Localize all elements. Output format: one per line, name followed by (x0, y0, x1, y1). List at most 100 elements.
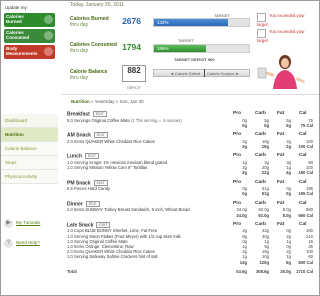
sidebar-item-steps[interactable]: Steps (1, 156, 58, 170)
meal-total: 0g 5g 5g 75 Cal (67, 123, 313, 128)
tutorials-link[interactable]: ▶ My Tutorials (4, 219, 40, 228)
meal-total: 3g 22g 4g 180 Cal (67, 170, 313, 175)
app-window: Update my: Calories Burned Calories Consume… (0, 0, 320, 296)
grand-total-carb: 308.6g (255, 268, 269, 274)
meal-late-snack: Late Snack EDIT (67, 221, 111, 228)
burned-value: 2676 (122, 16, 141, 26)
meal-name: Dinner (67, 200, 83, 207)
column-header-pro: Pro (233, 153, 241, 159)
total-pro: 2g (242, 144, 247, 149)
meal-total: 14g 120g 6g 600 Cal (67, 260, 313, 265)
edit-button[interactable]: EDIT (93, 132, 108, 139)
grand-total-cal: 1710 Cal (296, 268, 313, 274)
warning-check-icon (257, 13, 266, 22)
column-header-fat: Fat (277, 200, 285, 206)
divider (61, 94, 319, 95)
meal-total: 34.0g 92.0g 8.0g 560 Cal (67, 213, 313, 218)
meal-name: Lunch (67, 153, 82, 160)
edit-button[interactable]: EDIT (85, 153, 99, 160)
column-header-fat: Fat (277, 221, 285, 227)
edit-button[interactable]: EDIT (93, 179, 108, 186)
total-fat: 5g (286, 122, 291, 128)
total-fat: 6g (286, 259, 291, 265)
meal-name: AM Snack (67, 132, 91, 139)
running-icon (44, 15, 53, 24)
page-date: Today, January 30, 2011 (70, 2, 125, 8)
quick-button-2[interactable]: Body Measurements (4, 45, 55, 59)
column-header-fat: Fat (277, 153, 285, 159)
quick-button-0[interactable]: Calories Burned (4, 13, 55, 27)
meal-name: Breakfast (67, 111, 90, 118)
total-cal: 600 Cal (298, 259, 313, 265)
balance-marker (204, 69, 205, 77)
total-carb: 5g (264, 122, 269, 128)
total-cal: 560 Cal (298, 212, 313, 218)
meal-dinner: Dinner EDIT (67, 200, 100, 207)
help-link[interactable]: ? Need Help? (4, 239, 40, 248)
target-deficit: TARGET DEFICIT 900 (174, 57, 215, 62)
column-header-cal: Cal (299, 221, 307, 227)
column-header-cal: Cal (299, 111, 307, 116)
column-header-carb: Carb (255, 132, 266, 138)
column-header-pro: Pro (233, 111, 241, 116)
grand-total-fat: 25.0g (280, 268, 291, 274)
meal-am-snack: AM Snack EDIT (67, 132, 108, 138)
edit-button[interactable]: EDIT (96, 221, 111, 228)
burned-progress-bar: 132% (153, 18, 250, 27)
column-header-cal: Cal (299, 179, 307, 185)
column-header-fat: Fat (277, 111, 285, 116)
apple-icon (44, 31, 53, 40)
coach-illustration (255, 53, 317, 89)
burned-label: Calories Burned thru day (70, 16, 109, 28)
quick-button-1[interactable]: Calories Consumed (4, 29, 55, 43)
total-carb: 51g (261, 191, 269, 197)
burned-warning: You exceeded your target. (257, 13, 305, 27)
column-header-cal: Cal (299, 200, 307, 206)
column-header-cal: Cal (299, 132, 307, 138)
total-fat: 2g (286, 144, 291, 149)
balance-label: Calorie Balance thru day (70, 69, 108, 81)
edit-button[interactable]: EDIT (85, 200, 100, 207)
consumed-percent: 156% (157, 46, 169, 51)
meal-name: PM Snack (67, 179, 91, 186)
column-header-carb: Carb (255, 200, 266, 206)
total-cal: 180 Cal (298, 170, 313, 176)
total-cal: 75 Cal (300, 122, 313, 128)
burned-percent: 132% (157, 20, 169, 25)
grand-total-label: Total (67, 268, 77, 274)
tutorials-icon: ▶ (4, 219, 13, 228)
update-label: Update my: (5, 5, 29, 10)
column-header-carb: Carb (255, 179, 266, 185)
consumed-warning: You exceeded your target. (257, 29, 305, 43)
sidebar-item-calorie-balance[interactable]: Calorie Balance (1, 142, 58, 156)
sidebar-item-dashboard[interactable]: Dashboard (1, 114, 58, 128)
balance-bar: ◄ Calorie Deficit Calorie Surplus ► (153, 69, 250, 77)
meal-pm-snack: PM Snack EDIT (67, 179, 108, 186)
total-cal: 100 Cal (298, 144, 313, 149)
edit-button[interactable]: EDIT (92, 111, 107, 117)
column-header-pro: Pro (233, 132, 241, 138)
deficit-label: ◄ Calorie Deficit (170, 71, 200, 76)
column-header-pro: Pro (233, 179, 241, 185)
total-carb: 92.0g (258, 212, 269, 218)
total-pro: 14g (239, 259, 247, 265)
help-label: Need Help? (16, 240, 40, 245)
sidebar-item-physical-activity[interactable]: Physical Activity (1, 170, 58, 184)
consumed-value: 1794 (122, 42, 141, 52)
column-header-carb: Carb (255, 111, 266, 116)
total-carb: 22g (261, 170, 269, 176)
column-header-carb: Carb (255, 221, 266, 227)
meal-breakfast: Breakfast EDIT (67, 111, 107, 117)
grand-total-pro: 53.6g (236, 268, 247, 274)
meal-total: 0g 51g 0g 195 Cal (67, 191, 313, 196)
warning-check-icon (257, 29, 266, 38)
balance-box: 882 DEFICIT (122, 65, 146, 90)
column-header-pro: Pro (233, 200, 241, 206)
left-sidebar: Update my: Calories Burned Calories Consume… (1, 1, 58, 295)
column-header-fat: Fat (277, 179, 285, 185)
diary-heading: Nutrition » Yesterday » Sun, Jan 30 (71, 99, 144, 104)
balance-sub: DEFICIT (127, 86, 141, 90)
sidebar-item-nutrition[interactable]: Nutrition (1, 128, 58, 142)
meal-lunch: Lunch EDIT (67, 153, 99, 160)
total-pro: 3g (242, 170, 247, 176)
